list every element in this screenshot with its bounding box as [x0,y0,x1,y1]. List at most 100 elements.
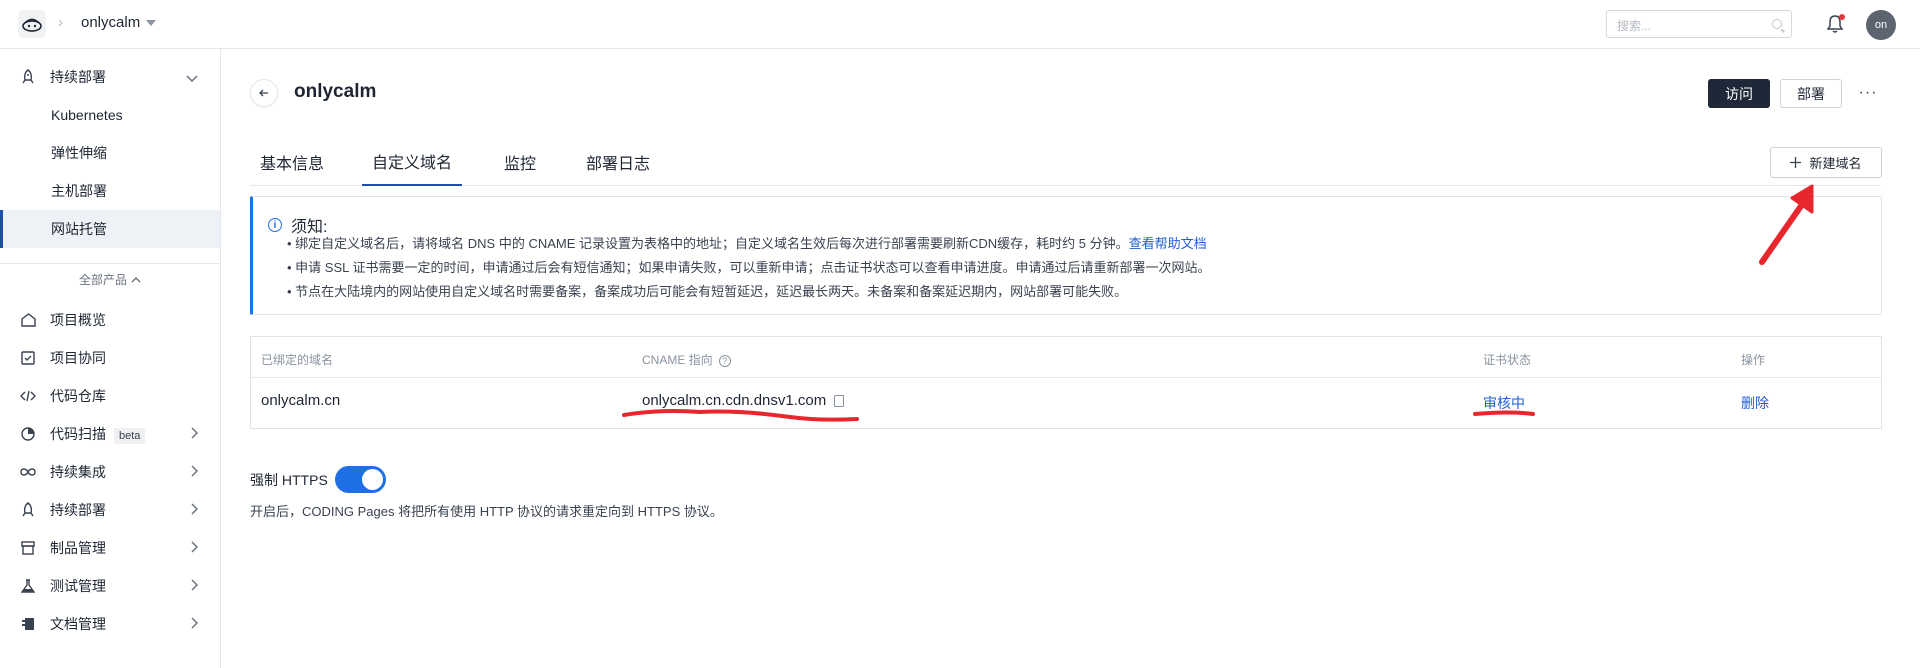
code-icon [20,388,36,404]
visit-button[interactable]: 访问 [1708,79,1770,108]
notification-dot [1839,14,1845,20]
column-header-cert-status: 证书状态 [1483,353,1532,367]
avatar-initials: on [1874,19,1888,31]
chevron-right-icon [190,616,199,632]
sidebar-item-label: 持续集成 [50,464,106,480]
sidebar-item-label: 代码仓库 [50,388,106,404]
arrow-left-icon [259,89,268,97]
tab-monitoring[interactable]: 监控 [504,138,536,186]
flask-icon [20,578,36,594]
copy-icon[interactable] [834,395,845,408]
column-header-actions: 操作 [1741,353,1766,367]
sidebar-item-text: 代码扫描 [50,426,106,442]
project-switcher[interactable]: onlycalm [81,14,157,31]
notice-line-text: • 绑定自定义域名后，请将域名 DNS 中的 CNAME 记录设置为表格中的地址… [287,236,1129,251]
avatar[interactable]: on [1866,10,1896,40]
sidebar-item-collaboration[interactable]: 项目协同 [0,339,220,377]
project-name: onlycalm [81,14,141,31]
new-domain-label: 新建域名 [1809,156,1862,171]
sidebar-item-label: 网站托管 [51,221,107,237]
help-icon[interactable]: ? [718,355,731,367]
domain-table: 已绑定的域名 CNAME 指向? 证书状态 操作 onlycalm.cn onl… [250,336,1882,429]
scan-icon [20,426,36,442]
annotation-overlay [622,184,1814,422]
sidebar: 持续部署 Kubernetes 弹性伸缩 主机部署 网站托管 全部产品 项目概览… [0,49,221,668]
sidebar-item-artifacts[interactable]: 制品管理 [0,529,220,567]
toggle-knob [362,469,383,490]
sidebar-item-code-repo[interactable]: 代码仓库 [0,377,220,415]
rocket-icon [20,502,36,518]
sidebar-item-code-scan[interactable]: 代码扫描 beta [0,415,220,453]
sidebar-item-label: 弹性伸缩 [51,145,107,161]
search-icon [1772,19,1782,29]
notice-line-1: • 绑定自定义域名后，请将域名 DNS 中的 CNAME 记录设置为表格中的地址… [287,233,1207,252]
cert-status-link[interactable]: 审核中 [1483,393,1525,413]
sidebar-item-docs[interactable]: 文档管理 [0,605,220,643]
column-header-label: CNAME 指向 [642,353,713,367]
sidebar-item-host-deploy[interactable]: 主机部署 [0,172,220,210]
box-icon [20,540,36,556]
sidebar-item-label: 测试管理 [50,578,106,594]
chevron-right-icon [190,426,199,442]
tab-custom-domain[interactable]: 自定义域名 [362,138,463,186]
beta-badge: beta [114,428,146,444]
sidebar-item-testing[interactable]: 测试管理 [0,567,220,605]
more-options-button[interactable]: ··· [1858,80,1878,106]
chevron-right-icon [190,578,199,594]
column-header-domain: 已绑定的域名 [261,353,334,367]
sidebar-item-kubernetes[interactable]: Kubernetes [0,96,220,134]
sidebar-item-label: 制品管理 [50,540,106,556]
sidebar-item-website-hosting[interactable]: 网站托管 [0,210,220,248]
chevron-up-icon [131,277,141,283]
top-bar: › onlycalm 搜索... on [0,0,1920,49]
chevron-right-icon [190,540,199,556]
notice-line-2: • 申请 SSL 证书需要一定的时间，申请通过后会有短信通知；如果申请失败，可以… [287,260,1211,275]
search-placeholder: 搜索... [1617,19,1652,33]
sidebar-item-label: 代码扫描 beta [50,424,146,444]
home-icon [20,312,36,328]
sidebar-item-label: 主机部署 [51,183,107,199]
sidebar-item-label: 持续部署 [50,502,106,518]
force-https-description: 开启后，CODING Pages 将把所有使用 HTTP 协议的请求重定向到 H… [250,504,723,519]
book-icon [20,616,36,632]
chevron-up-icon [186,70,198,85]
table-header: 已绑定的域名 CNAME 指向? 证书状态 操作 [251,337,1881,378]
all-products-label: 全部产品 [78,273,127,287]
plus-icon [1790,157,1802,168]
force-https-label: 强制 HTTPS [250,472,328,488]
checkbox-icon [20,350,36,366]
cname-value: onlycalm.cn.cdn.dnsv1.com [642,392,827,409]
new-domain-button[interactable]: 新建域名 [1770,147,1882,178]
tab-deploy-log[interactable]: 部署日志 [586,138,650,186]
rocket-icon [20,69,36,85]
notice-box: i 须知: • 绑定自定义域名后，请将域名 DNS 中的 CNAME 记录设置为… [250,196,1882,315]
sidebar-item-label: Kubernetes [51,107,123,123]
search-input[interactable]: 搜索... [1606,10,1792,38]
sidebar-item-label: 持续部署 [50,69,106,85]
page-title: onlycalm [294,81,377,102]
tab-basic-info[interactable]: 基本信息 [260,138,324,186]
sidebar-item-ci[interactable]: 持续集成 [0,453,220,491]
coding-logo-icon[interactable] [18,10,46,38]
sidebar-item-autoscaling[interactable]: 弹性伸缩 [0,134,220,172]
all-products-toggle[interactable]: 全部产品 [0,263,220,295]
chevron-right-icon [190,464,199,480]
force-https-toggle[interactable] [335,466,386,493]
back-button[interactable] [250,79,278,107]
sidebar-item-label: 文档管理 [50,616,106,632]
delete-link[interactable]: 删除 [1741,393,1769,413]
sidebar-item-label: 项目协同 [50,350,106,366]
sidebar-item-cd[interactable]: 持续部署 [0,491,220,529]
column-header-cname: CNAME 指向? [642,351,731,368]
deploy-button[interactable]: 部署 [1780,79,1842,108]
tab-bar: 基本信息 自定义域名 监控 部署日志 [250,138,1881,186]
notice-line-3: • 节点在大陆境内的网站使用自定义域名时需要备案，备案成功后可能会有短暂延迟，延… [287,284,1128,299]
help-doc-link[interactable]: 查看帮助文档 [1129,236,1207,251]
infinity-icon [20,464,36,480]
cname-cell: onlycalm.cn.cdn.dnsv1.com [642,392,845,409]
sidebar-item-continuous-deploy-group[interactable]: 持续部署 [0,58,220,96]
caret-down-icon [146,19,157,26]
breadcrumb-separator-icon: › [58,14,63,31]
sidebar-item-overview[interactable]: 项目概览 [0,301,220,339]
info-icon: i [268,218,282,232]
